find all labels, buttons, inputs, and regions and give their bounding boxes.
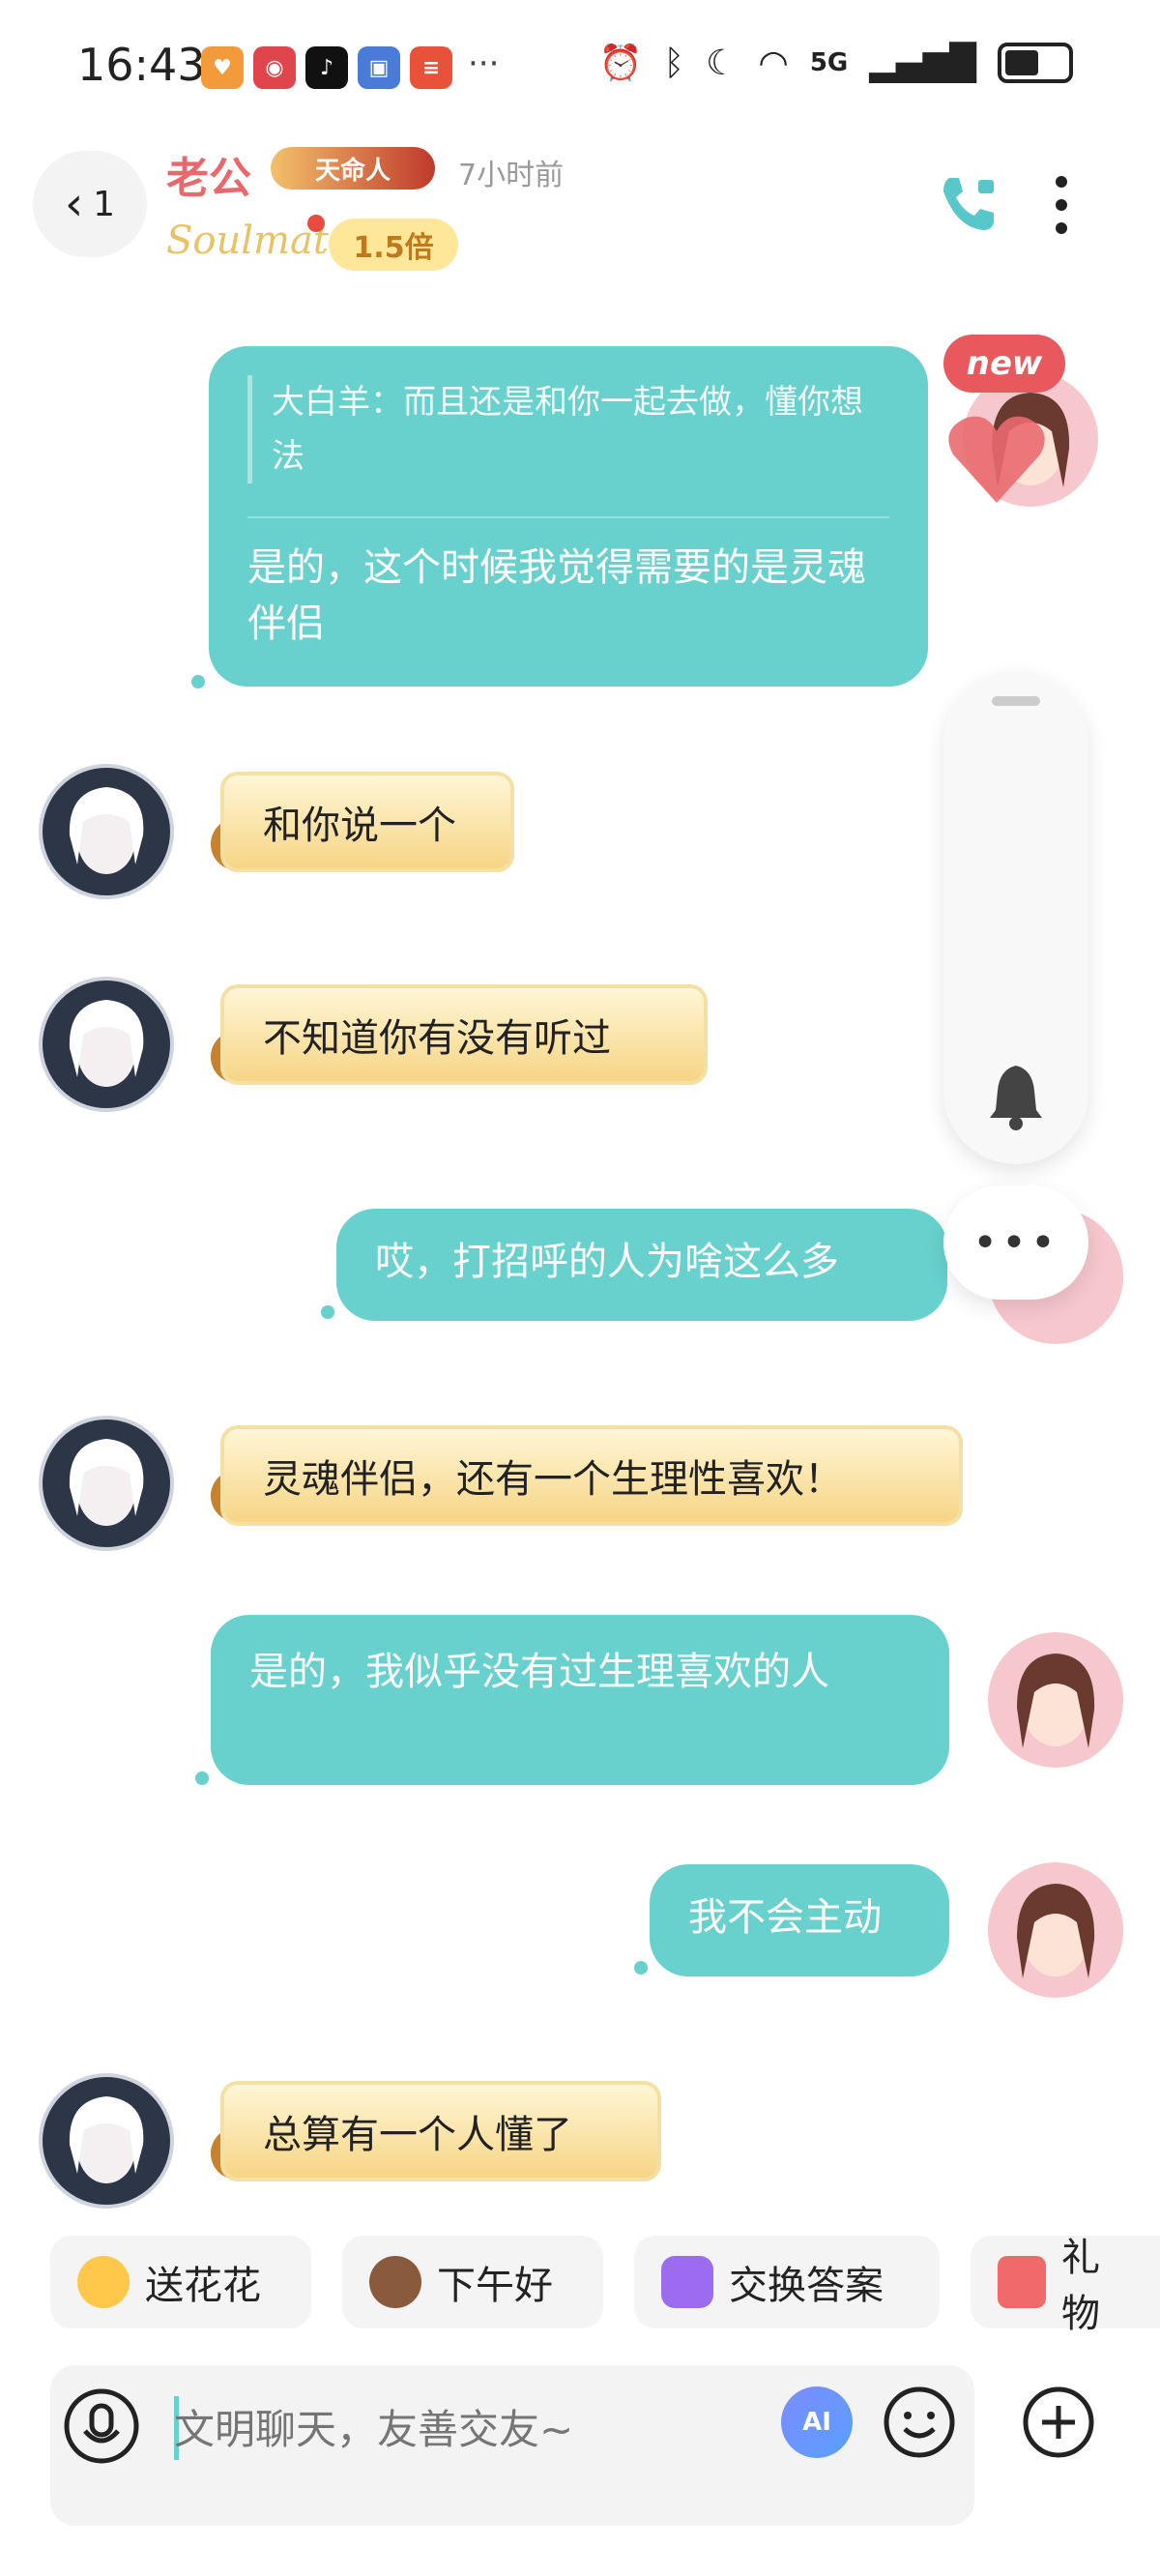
back-button[interactable]: ‹ 1: [33, 151, 147, 257]
more-options-icon[interactable]: [1050, 174, 1073, 236]
chevron-left-icon: ‹: [64, 177, 84, 231]
jd-app-icon: ◉: [253, 46, 296, 89]
message-text: 哎，打招呼的人为啥这么多: [375, 1240, 839, 1284]
chip-label: 下午好: [437, 2264, 553, 2308]
more-notifications-icon: ···: [468, 44, 500, 83]
floating-side-panel[interactable]: [943, 671, 1088, 1164]
message-text: 总算有一个人懂了: [263, 2113, 572, 2157]
moon-icon: ☾: [706, 43, 738, 83]
contact-name[interactable]: 老公: [166, 143, 251, 205]
gift-icon: [998, 2256, 1046, 2308]
signal-icon: ▂▄▆█: [869, 43, 976, 83]
message-input[interactable]: [174, 2390, 754, 2468]
bell-icon[interactable]: [986, 1062, 1046, 1131]
chip-good-afternoon[interactable]: 下午好: [342, 2236, 603, 2328]
wifi-icon: ◠: [758, 43, 789, 83]
chip-label: 送花花: [145, 2264, 261, 2308]
contact-avatar[interactable]: [39, 977, 174, 1112]
contact-avatar[interactable]: [39, 1416, 174, 1551]
message-bubble-in[interactable]: 总算有一个人懂了: [220, 2081, 661, 2181]
taobao-app-icon: ♥: [201, 46, 244, 89]
coffee-icon: [369, 2256, 421, 2308]
status-time: 16:43: [77, 39, 206, 91]
bubble-tail: [195, 1771, 209, 1785]
video-call-icon[interactable]: [936, 172, 1000, 236]
title-badge[interactable]: 天命人: [271, 147, 435, 190]
my-avatar[interactable]: [988, 1862, 1123, 1998]
unread-count: 1: [93, 184, 116, 224]
message-text: 和你说一个: [263, 804, 456, 848]
swap-chat-icon: [661, 2256, 713, 2308]
message-text: 灵魂伴侣，还有一个生理性喜欢！: [263, 1457, 843, 1502]
battery-icon: [998, 43, 1073, 83]
drag-handle[interactable]: [992, 696, 1040, 706]
chip-exchange-answers[interactable]: 交换答案: [634, 2236, 940, 2328]
contact-avatar[interactable]: [39, 764, 174, 899]
status-icons: ⏰ ᛒ ☾ ◠ 5G ▂▄▆█: [599, 43, 1073, 83]
flower-face-icon: [77, 2256, 130, 2308]
my-avatar[interactable]: [988, 1632, 1123, 1768]
message-bubble-in[interactable]: 灵魂伴侣，还有一个生理性喜欢！: [220, 1425, 963, 1526]
message-bubble-out[interactable]: 哎，打招呼的人为啥这么多: [336, 1209, 947, 1321]
voice-input-icon[interactable]: [62, 2386, 141, 2466]
message-text: 不知道你有没有听过: [263, 1016, 611, 1061]
new-badge: new: [943, 335, 1065, 393]
message-bubble-out[interactable]: 大白羊：而且还是和你一起去做，懂你想法 是的，这个时候我觉得需要的是灵魂伴侣: [209, 346, 928, 687]
music-app-icon: ♪: [305, 46, 348, 89]
heart-frame-icon: [948, 416, 1045, 503]
quoted-message: 大白羊：而且还是和你一起去做，懂你想法: [247, 375, 889, 483]
bubble-tail: [321, 1305, 334, 1319]
message-bubble-in[interactable]: 和你说一个: [220, 772, 514, 872]
message-bubble-in[interactable]: 不知道你有没有听过: [220, 984, 708, 1085]
ai-assistant-icon[interactable]: AI: [781, 2386, 853, 2458]
bubble-tail: [634, 1961, 648, 1975]
notification-dot: [307, 215, 325, 232]
alarm-icon: ⏰: [598, 44, 643, 83]
add-attachment-icon[interactable]: [1021, 2385, 1096, 2460]
chip-send-flowers[interactable]: 送花花: [50, 2236, 311, 2328]
chip-label: 礼物: [1060, 2236, 1100, 2336]
bluetooth-icon: ᛒ: [663, 43, 685, 83]
listen-app-icon: ≡: [410, 46, 452, 89]
quote-divider: [247, 516, 889, 518]
last-seen: 7小时前: [458, 159, 565, 192]
chip-gift[interactable]: 礼物: [971, 2236, 1160, 2336]
message-text: 是的，这个时候我觉得需要的是灵魂伴侣: [247, 545, 866, 646]
message-bubble-out[interactable]: 是的，我似乎没有过生理喜欢的人: [211, 1615, 949, 1785]
message-text: 是的，我似乎没有过生理喜欢的人: [249, 1650, 829, 1694]
emoji-icon[interactable]: [882, 2385, 957, 2460]
floating-more-button[interactable]: •••: [943, 1186, 1088, 1300]
ellipsis-icon: •••: [972, 1217, 1059, 1268]
files-app-icon: ▣: [358, 46, 400, 89]
message-bubble-out[interactable]: 我不会主动: [650, 1864, 949, 1976]
chip-label: 交换答案: [729, 2264, 884, 2308]
message-text: 我不会主动: [688, 1895, 882, 1940]
bubble-tail: [191, 675, 205, 688]
contact-avatar[interactable]: [39, 2073, 174, 2209]
multiplier-badge[interactable]: 1.5倍: [329, 219, 458, 271]
network-label: 5G: [809, 48, 849, 77]
